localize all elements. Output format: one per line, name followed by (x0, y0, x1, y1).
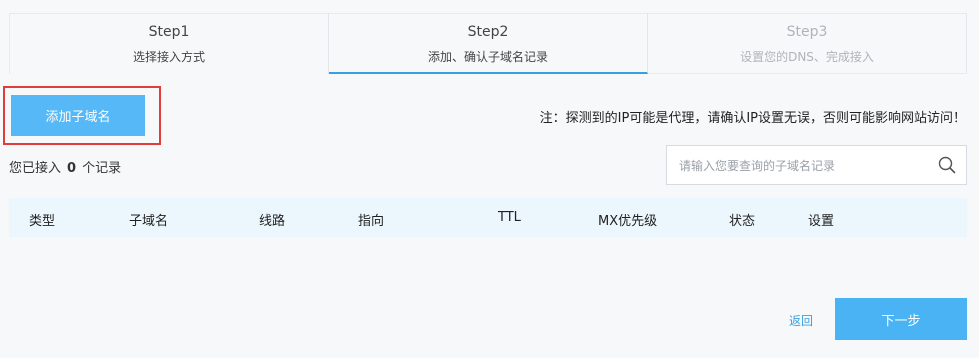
record-count: 您已接入 0 个记录 (9, 157, 121, 176)
step-number: Step1 (148, 24, 190, 40)
record-count-prefix: 您已接入 (9, 161, 62, 176)
column-header-settings: 设置 (808, 214, 835, 229)
records-table-header: 类型 子域名 线路 指向 TTL MX优先级 状态 设置 (9, 198, 967, 237)
proxy-notice: 注：探测到的IP可能是代理，请确认IP设置无误，否则可能影响网站访问！ (539, 111, 966, 126)
record-count-suffix: 个记录 (82, 161, 122, 176)
step-label: 选择接入方式 (132, 50, 205, 64)
column-header-mx-priority: MX优先级 (598, 214, 658, 229)
column-header-target: 指向 (358, 214, 385, 229)
step-3: Step3 设置您的DNS、完成接入 (648, 13, 967, 74)
step-1: Step1 选择接入方式 (9, 13, 329, 74)
subdomain-search (666, 145, 967, 185)
step-progress: Step1 选择接入方式 Step2 添加、确认子域名记录 Step3 设置您的… (9, 13, 967, 74)
search-icon[interactable] (938, 156, 956, 174)
add-subdomain-button[interactable]: 添加子域名 (11, 95, 145, 136)
next-step-button[interactable]: 下一步 (835, 298, 967, 340)
search-input[interactable] (677, 155, 931, 177)
step-label: 添加、确认子域名记录 (427, 50, 548, 64)
record-count-value: 0 (67, 161, 77, 176)
column-header-subdomain: 子域名 (129, 214, 169, 229)
column-header-ttl: TTL (498, 210, 521, 225)
column-header-status: 状态 (729, 214, 756, 229)
back-link[interactable]: 返回 (789, 312, 813, 329)
step-number: Step2 (467, 24, 509, 40)
column-header-line: 线路 (259, 214, 286, 229)
step-number: Step3 (786, 24, 828, 40)
step-label: 设置您的DNS、完成接入 (740, 50, 874, 64)
column-header-type: 类型 (29, 214, 56, 229)
highlight-box: 添加子域名 (3, 86, 161, 145)
step-2: Step2 添加、确认子域名记录 (329, 13, 648, 74)
